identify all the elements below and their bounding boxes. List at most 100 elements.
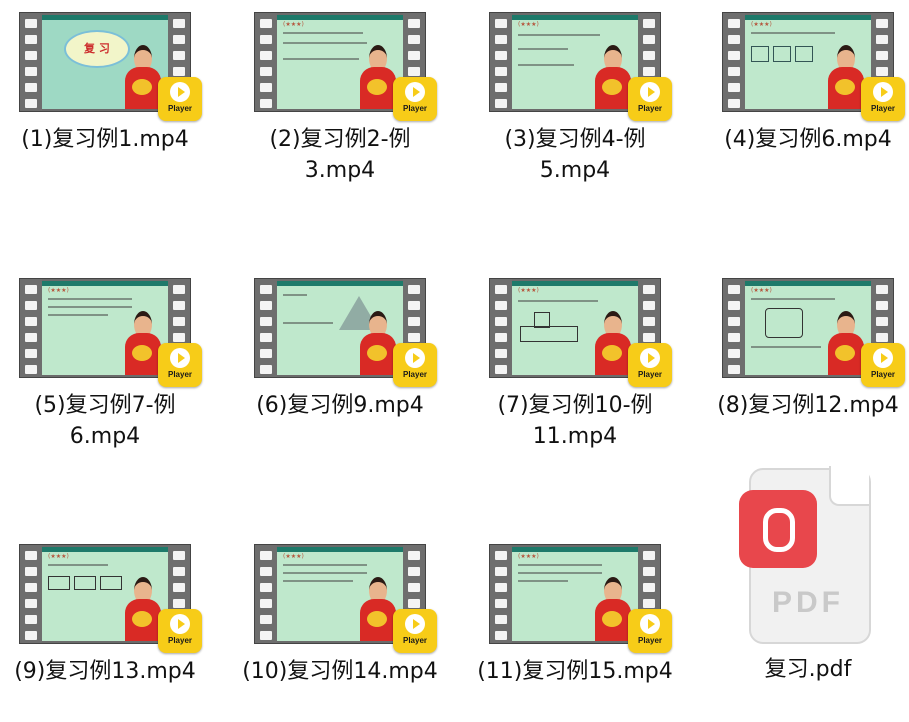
file-name[interactable]: (6)复习例9.mp4 xyxy=(240,390,440,421)
file-name[interactable]: (7)复习例10-例11.mp4 xyxy=(475,390,675,452)
play-icon xyxy=(640,82,660,102)
play-icon xyxy=(170,82,190,102)
film-strip-left xyxy=(490,13,512,111)
video-frame: (★★★) xyxy=(277,547,403,641)
video-frame: (★★★) xyxy=(745,281,871,375)
file-name[interactable]: (4)复习例6.mp4 xyxy=(708,124,908,155)
file-name[interactable]: (10)复习例14.mp4 xyxy=(240,656,440,687)
video-frame: (★★★) xyxy=(512,281,638,375)
film-strip-left xyxy=(255,13,277,111)
player-badge: Player xyxy=(393,343,437,387)
player-badge-label: Player xyxy=(167,370,193,379)
film-strip-left xyxy=(255,545,277,643)
file-item-10[interactable]: (★★★) Player (10)复习例14.mp4 xyxy=(240,532,440,687)
file-name[interactable]: (8)复习例12.mp4 xyxy=(708,390,908,421)
file-item-12[interactable]: PDF 复习.pdf xyxy=(708,466,908,685)
file-item-3[interactable]: (★★★) Player (3)复习例4-例5.mp4 xyxy=(475,0,675,186)
file-name[interactable]: (5)复习例7-例6.mp4 xyxy=(5,390,205,452)
player-badge: Player xyxy=(393,77,437,121)
video-frame: (★★★) xyxy=(42,547,168,641)
player-badge-label: Player xyxy=(402,104,428,113)
slide-stars: (★★★) xyxy=(751,287,772,294)
film-strip-left xyxy=(490,279,512,377)
file-item-11[interactable]: (★★★) Player (11)复习例15.mp4 xyxy=(475,532,675,687)
video-thumbnail[interactable]: (★★★) Player xyxy=(254,12,437,121)
film-strip-left xyxy=(723,279,745,377)
film-strip-left xyxy=(723,13,745,111)
play-icon xyxy=(873,82,893,102)
file-item-2[interactable]: (★★★) Player (2)复习例2-例3.mp4 xyxy=(240,0,440,186)
video-thumbnail[interactable]: (★★★) Player xyxy=(19,278,202,387)
page-fold xyxy=(829,466,869,506)
slide-stars: (★★★) xyxy=(751,21,772,28)
slide-stars: (★★★) xyxy=(283,21,304,28)
video-frame: (★★★) xyxy=(277,15,403,109)
pdf-icon-label: PDF xyxy=(772,586,844,619)
player-badge: Player xyxy=(158,343,202,387)
player-badge-label: Player xyxy=(167,636,193,645)
video-thumbnail[interactable]: (★★★) Player xyxy=(722,12,905,121)
player-badge: Player xyxy=(861,343,905,387)
slide-stars: (★★★) xyxy=(283,553,304,560)
player-badge-label: Player xyxy=(870,370,896,379)
video-frame xyxy=(277,281,403,375)
video-thumbnail[interactable]: (★★★) Player xyxy=(489,278,672,387)
player-badge-label: Player xyxy=(637,104,663,113)
player-badge: Player xyxy=(393,609,437,653)
file-item-1[interactable]: 复 习 Player (1)复习例1.mp4 xyxy=(5,0,205,155)
play-icon xyxy=(405,82,425,102)
player-badge: Player xyxy=(628,609,672,653)
file-item-5[interactable]: (★★★) Player (5)复习例7-例6.mp4 xyxy=(5,266,205,452)
video-thumbnail[interactable]: (★★★) Player xyxy=(722,278,905,387)
video-thumbnail[interactable]: (★★★) Player xyxy=(489,544,672,653)
file-name[interactable]: (11)复习例15.mp4 xyxy=(475,656,675,687)
video-frame: (★★★) xyxy=(42,281,168,375)
file-item-9[interactable]: (★★★) Player (9)复习例13.mp4 xyxy=(5,532,205,687)
player-badge: Player xyxy=(158,609,202,653)
file-item-7[interactable]: (★★★) Player (7)复习例10-例11.mp4 xyxy=(475,266,675,452)
video-thumbnail[interactable]: Player xyxy=(254,278,437,387)
film-strip-left xyxy=(20,279,42,377)
slide-title: 复 习 xyxy=(84,42,110,55)
player-badge: Player xyxy=(158,77,202,121)
player-badge: Player xyxy=(861,77,905,121)
video-thumbnail[interactable]: (★★★) Player xyxy=(19,544,202,653)
slide-stars: (★★★) xyxy=(48,287,69,294)
video-frame: 复 习 xyxy=(42,15,168,109)
player-badge-label: Player xyxy=(167,104,193,113)
film-strip-left xyxy=(20,13,42,111)
video-frame: (★★★) xyxy=(512,15,638,109)
video-thumbnail[interactable]: 复 习 Player xyxy=(19,12,202,121)
film-strip-left xyxy=(20,545,42,643)
video-frame: (★★★) xyxy=(745,15,871,109)
slide-stars: (★★★) xyxy=(518,287,539,294)
play-icon xyxy=(640,614,660,634)
pdf-file-icon[interactable]: PDF xyxy=(739,466,871,644)
play-icon xyxy=(640,348,660,368)
video-frame: (★★★) xyxy=(512,547,638,641)
file-name[interactable]: (2)复习例2-例3.mp4 xyxy=(240,124,440,186)
file-name[interactable]: 复习.pdf xyxy=(708,654,908,685)
file-name[interactable]: (9)复习例13.mp4 xyxy=(5,656,205,687)
play-icon xyxy=(170,614,190,634)
file-item-4[interactable]: (★★★) Player (4)复习例6.mp4 xyxy=(708,0,908,155)
file-name[interactable]: (3)复习例4-例5.mp4 xyxy=(475,124,675,186)
player-badge-label: Player xyxy=(637,636,663,645)
play-icon xyxy=(405,348,425,368)
video-thumbnail[interactable]: (★★★) Player xyxy=(489,12,672,121)
slide-stars: (★★★) xyxy=(48,553,69,560)
film-strip-left xyxy=(490,545,512,643)
play-icon xyxy=(873,348,893,368)
video-thumbnail[interactable]: (★★★) Player xyxy=(254,544,437,653)
file-item-6[interactable]: Player (6)复习例9.mp4 xyxy=(240,266,440,421)
player-badge: Player xyxy=(628,77,672,121)
file-name[interactable]: (1)复习例1.mp4 xyxy=(5,124,205,155)
player-badge: Player xyxy=(628,343,672,387)
player-badge-label: Player xyxy=(402,370,428,379)
play-icon xyxy=(405,614,425,634)
film-strip-left xyxy=(255,279,277,377)
play-icon xyxy=(170,348,190,368)
file-item-8[interactable]: (★★★) Player (8)复习例12.mp4 xyxy=(708,266,908,421)
pdf-logo-icon xyxy=(739,490,817,568)
player-badge-label: Player xyxy=(870,104,896,113)
